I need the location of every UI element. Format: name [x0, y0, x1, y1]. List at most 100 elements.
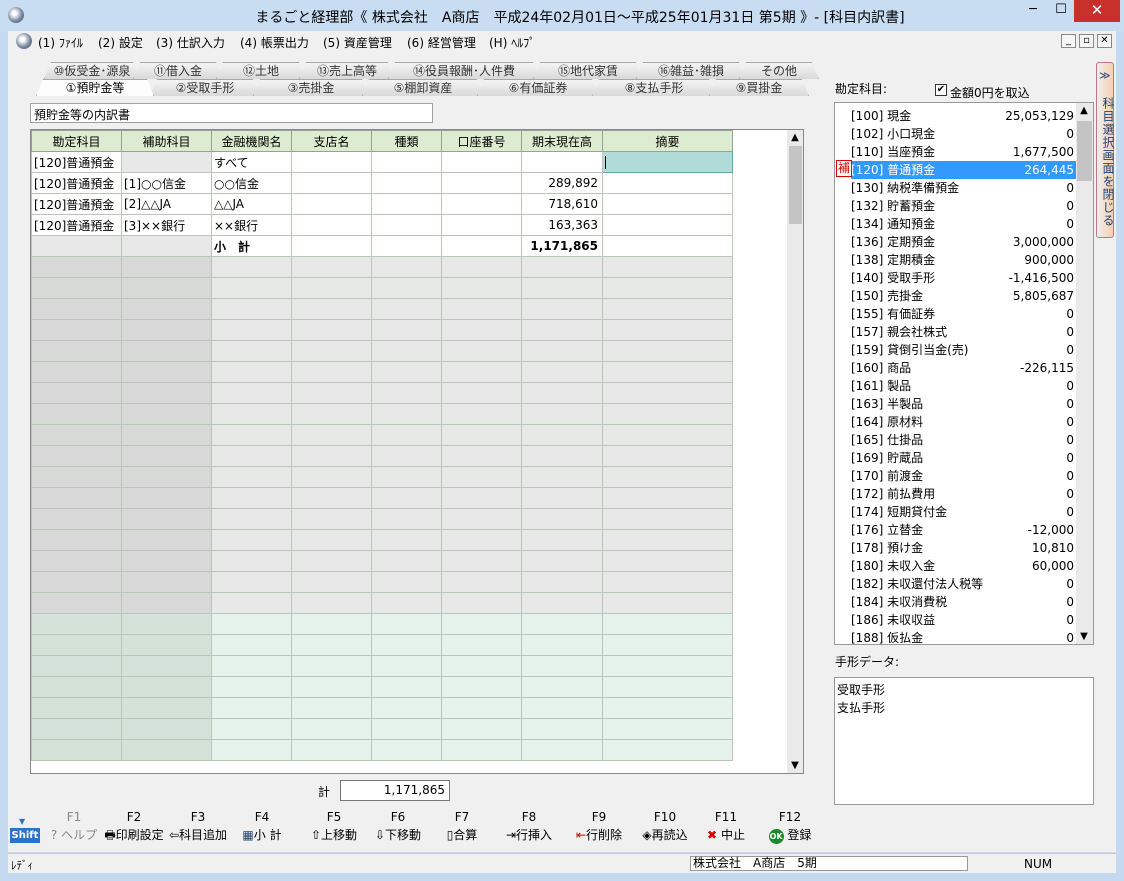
- cell-branch[interactable]: [291, 151, 372, 173]
- tab-zatsueki[interactable]: ⑯雑益･雑損: [636, 62, 746, 79]
- col-header-balance[interactable]: 期末現在高: [521, 130, 603, 152]
- table-row[interactable]: [31, 739, 733, 761]
- f6-move-down-button[interactable]: F6 ⇩下移動: [368, 810, 428, 843]
- menu-file[interactable]: (1) ﾌｧｲﾙ: [38, 34, 83, 51]
- col-header-account-no[interactable]: 口座番号: [441, 130, 522, 152]
- tab-uriagedaka[interactable]: ⑬売上高等: [299, 62, 395, 79]
- account-list-scrollbar[interactable]: ▲ ▼: [1076, 103, 1093, 644]
- f5-move-up-button[interactable]: F5 ⇧上移動: [304, 810, 364, 843]
- tab-yuka-shoken[interactable]: ⑥有価証券: [477, 79, 599, 96]
- f3-add-account-button[interactable]: F3 ⇦科目追加: [168, 810, 228, 843]
- list-item[interactable]: [132] 貯蓄預金 0: [851, 197, 1077, 215]
- list-item[interactable]: [186] 未収収益 0: [851, 611, 1077, 629]
- cell-bank[interactable]: ××銀行: [211, 214, 292, 236]
- list-item[interactable]: [164] 原材料 0: [851, 413, 1077, 431]
- f8-insert-row-button[interactable]: F8 ⇥行挿入: [496, 810, 562, 843]
- list-item[interactable]: 支払手形: [837, 699, 885, 716]
- cell-bank[interactable]: すべて: [211, 151, 292, 173]
- cell-type[interactable]: [371, 214, 442, 236]
- zero-amount-checkbox[interactable]: ✔: [935, 84, 947, 96]
- list-item[interactable]: [110] 当座預金 1,677,500: [851, 143, 1077, 161]
- cell-balance[interactable]: 718,610: [521, 193, 603, 215]
- list-item[interactable]: [100] 現金 25,053,129: [851, 107, 1077, 125]
- table-row[interactable]: [31, 676, 733, 698]
- tab-yochokin[interactable]: ①預貯金等: [36, 79, 154, 96]
- list-item[interactable]: [188] 仮払金 0: [851, 629, 1077, 644]
- f1-help-button[interactable]: F1? ヘルプ: [44, 810, 104, 843]
- table-row[interactable]: [31, 382, 733, 404]
- notes-list[interactable]: 受取手形 支払手形: [834, 677, 1094, 805]
- close-button[interactable]: ✕: [1074, 0, 1120, 22]
- table-row[interactable]: [31, 340, 733, 362]
- menu-assets[interactable]: (5) 資産管理: [323, 34, 392, 51]
- cell-memo-selected[interactable]: [602, 151, 733, 173]
- mdi-close-button[interactable]: ✕: [1097, 34, 1112, 48]
- col-header-account[interactable]: 勘定科目: [31, 130, 122, 152]
- tab-yakuin-hoshu[interactable]: ⑭役員報酬･人件費: [388, 62, 540, 79]
- subtotal-row[interactable]: 小 計 1,171,865: [31, 235, 733, 257]
- list-item[interactable]: [140] 受取手形 -1,416,500: [851, 269, 1077, 287]
- cell-sub-account[interactable]: [3]××銀行: [121, 214, 212, 236]
- list-item[interactable]: [134] 通知預金 0: [851, 215, 1077, 233]
- f11-cancel-button[interactable]: F11 ✖ 中止: [696, 810, 756, 843]
- table-row[interactable]: [120]普通預金 [2]△△JA △△JA 718,610: [31, 193, 733, 215]
- cell-balance[interactable]: 163,363: [521, 214, 603, 236]
- cell-account-no[interactable]: [441, 172, 522, 194]
- cell-account[interactable]: [120]普通預金: [31, 151, 122, 173]
- cell-account-no[interactable]: [441, 151, 522, 173]
- tab-uketori-tegata[interactable]: ②受取手形: [150, 79, 260, 96]
- menu-help[interactable]: (H) ﾍﾙﾌﾟ: [489, 34, 535, 51]
- menu-management[interactable]: (6) 経営管理: [407, 34, 476, 51]
- menu-reports[interactable]: (4) 帳票出力: [240, 34, 309, 51]
- list-item[interactable]: [155] 有価証券 0: [851, 305, 1077, 323]
- scroll-up-icon[interactable]: ▲: [787, 132, 803, 143]
- table-row[interactable]: [31, 445, 733, 467]
- list-item[interactable]: [182] 未収還付法人税等 0: [851, 575, 1077, 593]
- list-item[interactable]: [157] 親会社株式 0: [851, 323, 1077, 341]
- table-row[interactable]: [31, 508, 733, 530]
- f7-combine-button[interactable]: F7 ▯合算: [432, 810, 492, 843]
- list-scroll-up-icon[interactable]: ▲: [1076, 105, 1092, 116]
- close-account-panel-button[interactable]: ≫ 科目選択画面を閉じる: [1096, 62, 1115, 238]
- account-list[interactable]: [100] 現金 25,053,129 [102] 小口現金 0 [110] 当座預…: [834, 102, 1094, 645]
- list-item[interactable]: 受取手形: [837, 681, 885, 698]
- cell-bank[interactable]: ○○信金: [211, 172, 292, 194]
- table-row[interactable]: [120]普通預金 すべて: [31, 151, 733, 173]
- cell-sub-account[interactable]: [1]○○信金: [121, 172, 212, 194]
- f4-subtotal-button[interactable]: F4 ▦小 計: [232, 810, 292, 843]
- minimize-button[interactable]: ─: [1018, 0, 1048, 22]
- list-item[interactable]: [174] 短期貸付金 0: [851, 503, 1077, 521]
- cell-account-no[interactable]: [441, 193, 522, 215]
- list-item[interactable]: [102] 小口現金 0: [851, 125, 1077, 143]
- table-row[interactable]: [120]普通預金 [1]○○信金 ○○信金 289,892: [31, 172, 733, 194]
- table-row[interactable]: [31, 487, 733, 509]
- col-header-bank[interactable]: 金融機関名: [211, 130, 292, 152]
- table-row[interactable]: [31, 655, 733, 677]
- list-item[interactable]: [130] 納税準備預金 0: [851, 179, 1077, 197]
- list-item[interactable]: [160] 商品 -226,115: [851, 359, 1077, 377]
- mdi-minimize-button[interactable]: _: [1061, 34, 1076, 48]
- f2-print-settings-button[interactable]: F2 🖶印刷設定: [104, 810, 164, 843]
- scroll-down-icon[interactable]: ▼: [787, 760, 803, 771]
- list-item[interactable]: [150] 売掛金 5,805,687: [851, 287, 1077, 305]
- list-item[interactable]: [136] 定期預金 3,000,000: [851, 233, 1077, 251]
- tab-kariirekin[interactable]: ⑪借入金: [133, 62, 223, 79]
- table-row[interactable]: [31, 298, 733, 320]
- cell-memo[interactable]: [602, 193, 733, 215]
- list-item[interactable]: [165] 仕掛品 0: [851, 431, 1077, 449]
- cell-account[interactable]: [120]普通預金: [31, 193, 122, 215]
- cell-account-no[interactable]: [441, 214, 522, 236]
- table-row[interactable]: [31, 529, 733, 551]
- cell-branch[interactable]: [291, 193, 372, 215]
- table-row[interactable]: [31, 256, 733, 278]
- list-item[interactable]: [163] 半製品 0: [851, 395, 1077, 413]
- tab-kaikakekin[interactable]: ⑨買掛金: [709, 79, 809, 96]
- table-row[interactable]: [31, 571, 733, 593]
- list-item[interactable]: [169] 貯蔵品 0: [851, 449, 1077, 467]
- cell-sub-account[interactable]: [121, 151, 212, 173]
- tab-kariukekin[interactable]: ⑩仮受金･源泉: [44, 62, 140, 79]
- table-row[interactable]: [31, 403, 733, 425]
- zero-amount-label[interactable]: 金額0円を取込: [950, 84, 1030, 101]
- table-row[interactable]: [31, 466, 733, 488]
- list-item[interactable]: [172] 前払費用 0: [851, 485, 1077, 503]
